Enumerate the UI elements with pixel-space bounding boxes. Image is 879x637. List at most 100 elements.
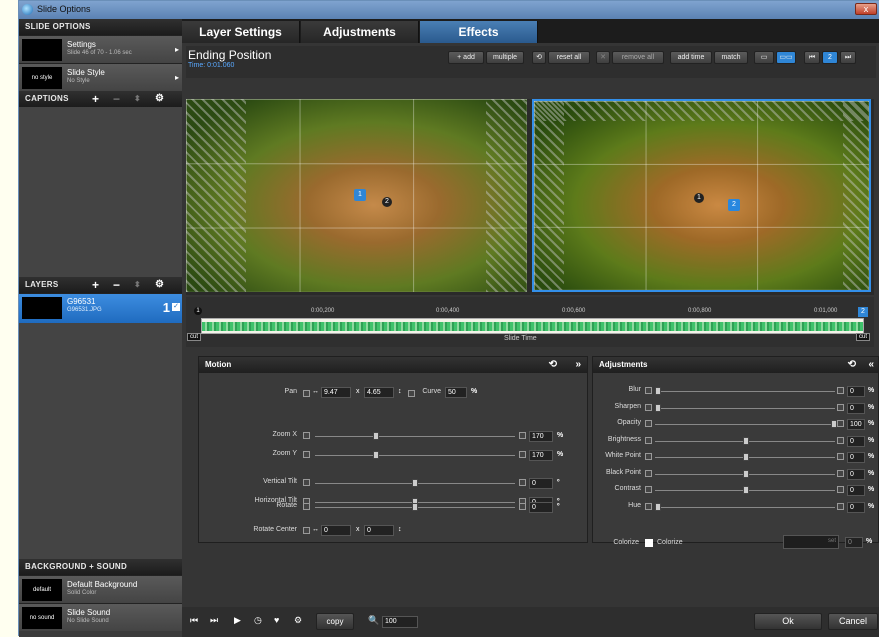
black-point-input[interactable]: 0 <box>847 468 865 480</box>
settings-item[interactable]: Settings Slide 46 of 70 - 1.06 sec ▸ <box>19 35 182 63</box>
add-time-button[interactable]: add time <box>670 51 712 64</box>
vertical-tilt-max-checkbox[interactable] <box>519 479 526 486</box>
collapse-adjustments-icon[interactable]: « <box>868 357 874 373</box>
hue-max-checkbox[interactable] <box>837 502 844 510</box>
cut-right[interactable]: cut <box>856 333 871 341</box>
match-button[interactable]: match <box>714 51 748 64</box>
view-single-icon[interactable]: ▭ <box>754 51 774 64</box>
cancel-button[interactable]: Cancel <box>828 613 878 630</box>
zoom-x-input[interactable]: 170 <box>529 431 553 442</box>
slide-style-item[interactable]: no style Slide Style No Style ▸ <box>19 63 182 91</box>
zoom-y-slider-knob[interactable] <box>373 451 380 459</box>
pan-x-input[interactable]: 9.47 <box>321 387 351 398</box>
prev-keyframe-icon[interactable]: ⏮ <box>804 51 820 64</box>
marker-1[interactable]: 1 <box>694 193 704 203</box>
rotate-center-x-input[interactable]: 0 <box>321 525 351 536</box>
black-point-slider-knob[interactable] <box>743 469 749 478</box>
expand-motion-icon[interactable]: » <box>575 357 581 373</box>
hue-min-checkbox[interactable] <box>645 502 652 510</box>
zoom-y-max-checkbox[interactable] <box>519 451 526 458</box>
blur-slider-knob[interactable] <box>655 387 661 395</box>
vertical-tilt-min-checkbox[interactable] <box>303 479 310 486</box>
zoom-y-min-checkbox[interactable] <box>303 451 310 458</box>
layer-item[interactable]: G96531 G96531.JPG 1 ✓ <box>19 293 182 323</box>
zoom-y-input[interactable]: 170 <box>529 450 553 461</box>
rotate-slider-knob[interactable] <box>412 503 418 511</box>
timeline-end-marker[interactable]: 2 <box>858 307 868 317</box>
contrast-min-checkbox[interactable] <box>645 486 652 493</box>
add-keyframe-button[interactable]: + add <box>448 51 484 64</box>
add-layer-button[interactable]: + <box>92 277 99 293</box>
start-preview-image[interactable]: 1 2 <box>186 99 527 292</box>
zoom-x-slider[interactable] <box>315 436 515 437</box>
ok-button[interactable]: Ok <box>754 613 822 630</box>
sharpen-slider-knob[interactable] <box>655 403 661 412</box>
colorize-value[interactable]: 0 <box>845 537 863 548</box>
white-point-input[interactable]: 0 <box>847 452 865 463</box>
rotate-max-checkbox[interactable] <box>519 503 526 510</box>
copy-button[interactable]: copy <box>316 613 354 630</box>
hue-input[interactable]: 0 <box>847 501 865 513</box>
zoom-x-min-checkbox[interactable] <box>303 432 310 439</box>
background-item[interactable]: default Default Background Solid Color <box>19 575 182 603</box>
sharpen-min-checkbox[interactable] <box>645 403 652 411</box>
reorder-layer-icon[interactable]: ⬍ <box>134 277 141 293</box>
rotate-center-y-input[interactable]: 0 <box>364 525 394 536</box>
tab-effects[interactable]: Effects <box>420 21 538 43</box>
colorize-color-swatch[interactable]: set <box>783 535 839 549</box>
heart-icon[interactable]: ♥ <box>274 615 279 625</box>
blur-input[interactable]: 0 <box>847 386 865 397</box>
brightness-input[interactable]: 0 <box>847 435 865 447</box>
audio-waveform[interactable] <box>201 318 864 334</box>
close-button[interactable]: x <box>855 3 877 15</box>
cut-left[interactable]: cut <box>187 333 202 341</box>
clock-icon[interactable]: ◷ <box>254 615 262 626</box>
end-preview-image[interactable]: 1 2 <box>532 99 871 292</box>
hue-slider-knob[interactable] <box>655 502 661 511</box>
keyframe-number[interactable]: 2 <box>822 51 838 64</box>
zoom-input[interactable]: 100 <box>382 616 418 628</box>
opacity-min-checkbox[interactable] <box>645 420 652 427</box>
contrast-input[interactable]: 0 <box>847 485 865 496</box>
white-point-slider-knob[interactable] <box>743 453 749 461</box>
rotate-min-checkbox[interactable] <box>303 503 310 510</box>
black-point-max-checkbox[interactable] <box>837 469 844 477</box>
reset-all-button[interactable]: reset all <box>548 51 590 64</box>
vertical-tilt-slider-knob[interactable] <box>412 479 418 487</box>
zoom-x-slider-knob[interactable] <box>373 432 380 440</box>
gear-icon[interactable]: ⚙ <box>294 615 302 626</box>
last-slide-icon[interactable]: ⏭ <box>210 615 218 626</box>
layer-visible-checkbox[interactable]: ✓ <box>172 303 180 311</box>
brightness-max-checkbox[interactable] <box>837 436 844 444</box>
timeline-start-marker[interactable]: 1 <box>194 307 202 315</box>
brightness-slider-knob[interactable] <box>743 436 749 445</box>
sharpen-max-checkbox[interactable] <box>837 403 844 411</box>
remove-layer-button[interactable]: − <box>113 277 120 293</box>
sound-item[interactable]: no sound Slide Sound No Slide Sound <box>19 603 182 631</box>
white-point-min-checkbox[interactable] <box>645 453 652 460</box>
pan-link-checkbox[interactable] <box>303 390 310 397</box>
colorize-checkbox[interactable] <box>645 539 653 547</box>
tab-layer-settings[interactable]: Layer Settings <box>182 21 300 43</box>
rotate-input[interactable]: 0 <box>529 502 553 513</box>
curve-input[interactable]: 50 <box>445 387 467 398</box>
blur-min-checkbox[interactable] <box>645 387 652 394</box>
multiple-button[interactable]: multiple <box>486 51 524 64</box>
contrast-slider-knob[interactable] <box>743 486 749 494</box>
opacity-input[interactable]: 100 <box>847 419 865 430</box>
remove-icon[interactable]: ✕ <box>596 51 610 64</box>
remove-all-button[interactable]: remove all <box>612 51 664 64</box>
zoom-icon[interactable]: 🔍 <box>368 615 379 626</box>
first-slide-icon[interactable]: ⏮ <box>190 615 198 626</box>
pan-y-checkbox[interactable] <box>408 390 415 397</box>
remove-caption-button[interactable]: − <box>113 91 120 107</box>
white-point-max-checkbox[interactable] <box>837 453 844 460</box>
opacity-slider[interactable] <box>655 424 835 425</box>
reset-motion-icon[interactable]: ⟲ <box>549 357 557 373</box>
marker-2[interactable]: 2 <box>382 197 392 207</box>
zoom-x-max-checkbox[interactable] <box>519 432 526 439</box>
hue-slider[interactable] <box>655 506 835 508</box>
contrast-max-checkbox[interactable] <box>837 486 844 493</box>
sharpen-input[interactable]: 0 <box>847 402 865 414</box>
next-keyframe-icon[interactable]: ⏭ <box>840 51 856 64</box>
